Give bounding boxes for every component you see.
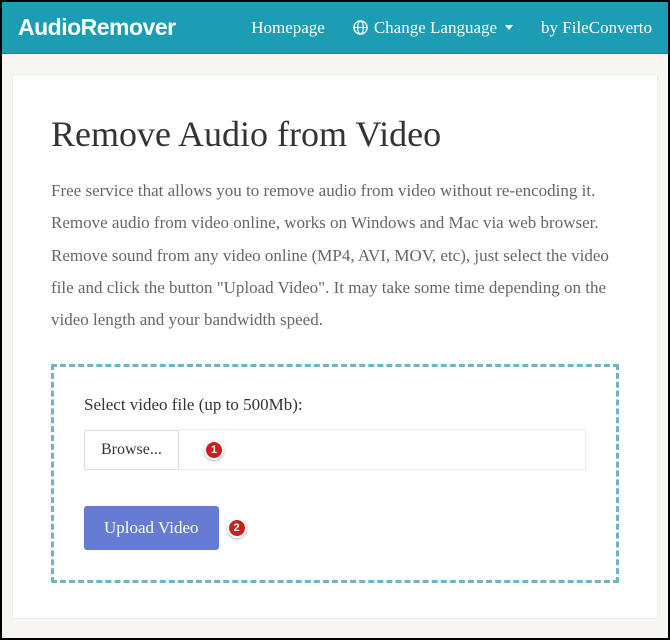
nav-by-converto-label: by FileConverto [541, 18, 652, 38]
file-input-row: Browse... 1 [84, 429, 586, 470]
annotation-step-1: 1 [204, 440, 224, 460]
nav-homepage[interactable]: Homepage [251, 18, 325, 38]
upload-box: Select video file (up to 500Mb): Browse.… [51, 364, 619, 583]
brand-logo[interactable]: AudioRemover [18, 14, 176, 41]
browse-button[interactable]: Browse... [84, 430, 179, 470]
page-description: Free service that allows you to remove a… [51, 175, 619, 336]
main-card: Remove Audio from Video Free service tha… [12, 74, 658, 619]
upload-video-button[interactable]: Upload Video [84, 506, 219, 550]
annotation-step-2: 2 [227, 518, 247, 538]
globe-icon [353, 20, 368, 35]
upload-btn-row: Upload Video 2 [84, 506, 586, 550]
content-wrapper: Remove Audio from Video Free service tha… [2, 54, 668, 619]
nav-homepage-label: Homepage [251, 18, 325, 38]
nav-by-converto[interactable]: by FileConverto [541, 18, 652, 38]
navbar: AudioRemover Homepage Change Language by… [2, 2, 668, 54]
chevron-down-icon [505, 25, 513, 30]
page-title: Remove Audio from Video [51, 113, 619, 155]
upload-label: Select video file (up to 500Mb): [84, 395, 586, 415]
nav-change-language[interactable]: Change Language [353, 18, 513, 38]
nav-change-language-label: Change Language [374, 18, 497, 38]
nav-items: Homepage Change Language by FileConverto [251, 18, 652, 38]
file-display[interactable] [179, 429, 586, 470]
